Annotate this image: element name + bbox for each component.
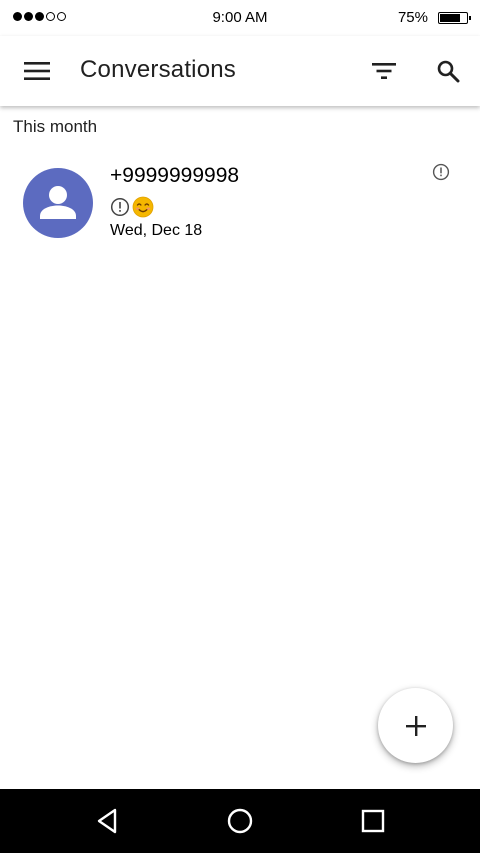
menu-icon: [24, 62, 50, 80]
plus-icon: [405, 715, 426, 736]
search-icon: [437, 60, 460, 83]
page-title: Conversations: [80, 56, 237, 83]
filter-icon: [372, 63, 396, 79]
back-button[interactable]: [83, 797, 131, 845]
conversation-item[interactable]: +9999999998 Wed, Dec 18: [0, 150, 480, 256]
status-bar: 9:00 AM 75%: [0, 0, 480, 36]
smiling-emoji-icon: [132, 196, 154, 218]
person-icon: [40, 186, 76, 219]
screen: 9:00 AM 75% Conversations This month +99…: [0, 0, 480, 853]
battery-icon: [438, 12, 471, 24]
avatar: [23, 168, 93, 238]
filter-button[interactable]: [360, 47, 408, 95]
recents-button[interactable]: [349, 797, 397, 845]
section-header: This month: [13, 117, 98, 136]
conversation-name: +9999999998: [110, 164, 240, 187]
error-icon: [110, 197, 130, 217]
recents-icon: [361, 809, 385, 833]
battery-fill: [440, 14, 460, 22]
error-icon[interactable]: [432, 163, 450, 181]
menu-button[interactable]: [13, 47, 61, 95]
battery-percent: 75%: [397, 9, 428, 26]
back-icon: [97, 808, 117, 834]
search-button[interactable]: [424, 47, 472, 95]
conversation-snippet: [110, 196, 154, 218]
new-conversation-button[interactable]: [378, 688, 453, 763]
home-button[interactable]: [216, 797, 264, 845]
navigation-bar: [0, 789, 480, 853]
app-bar: Conversations: [0, 36, 480, 106]
home-icon: [227, 808, 253, 834]
conversation-date: Wed, Dec 18: [110, 222, 203, 239]
